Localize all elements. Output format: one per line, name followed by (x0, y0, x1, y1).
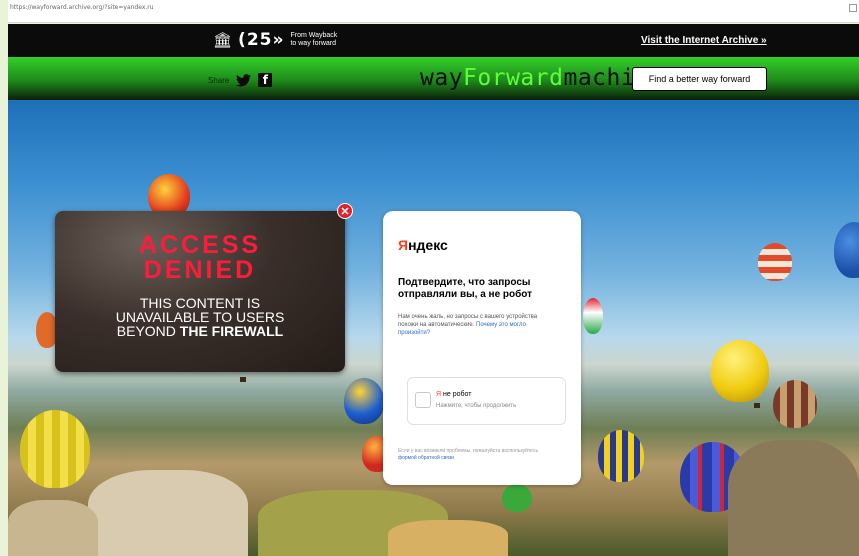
wayforward-machine-logo[interactable]: wayForwardmachine (420, 65, 664, 91)
rock-formation (8, 500, 98, 556)
captcha-footer-text: Если у вас возникли проблемы, пожалуйста… (398, 448, 539, 454)
yandex-captcha-card: Яндекс Подтвердите, что запросы отправля… (383, 211, 581, 485)
anniversary-mark: (25» (238, 30, 285, 50)
address-bar[interactable]: https://wayforward.archive.org/?site=yan… (8, 0, 859, 23)
not-robot-checkbox[interactable] (415, 392, 431, 408)
access-denied-title: ACCESS DENIED (55, 233, 345, 283)
logo-part-way: way (420, 65, 464, 91)
browser-window: https://wayforward.archive.org/?site=yan… (0, 0, 859, 556)
tagline-line-1: From Wayback (290, 32, 338, 39)
balloon-blue-yellow (598, 430, 644, 482)
balloon-red-white-green (583, 298, 603, 334)
hillside (388, 520, 508, 556)
url-text[interactable]: https://wayforward.archive.org/?site=yan… (10, 4, 154, 11)
logo-part-forward: Forward (463, 65, 564, 91)
balloon-yellow-left (20, 410, 90, 488)
not-robot-widget[interactable]: Я не робот Нажмите, чтобы продолжить (407, 377, 566, 425)
not-robot-hint: Нажмите, чтобы продолжить (436, 403, 517, 409)
access-denied-line-1: ACCESS (138, 231, 262, 259)
share-group: Share f (208, 73, 273, 87)
tagline-line-2: to way forward (290, 40, 336, 47)
tagline: From Wayback to way forward (290, 32, 337, 48)
twitter-icon[interactable] (236, 73, 252, 87)
captcha-footer: Если у вас возникли проблемы, пожалуйста… (398, 448, 558, 462)
captcha-explanation: Нам очень жаль, но запросы с вашего устр… (398, 313, 558, 337)
yandex-logo[interactable]: Яндекс (398, 237, 448, 253)
balloon-yellow (711, 340, 769, 402)
ia-25-logo[interactable]: 🏛 (25» From Wayback to way forward (213, 30, 337, 50)
archive-building-icon: 🏛 (213, 31, 233, 49)
balloon-blue-edge (834, 222, 859, 278)
visit-internet-archive-link[interactable]: Visit the Internet Archive » (641, 35, 767, 46)
balloon-basket (754, 403, 760, 408)
balloon-brown (773, 380, 817, 428)
balloon-basket (240, 377, 246, 382)
balloon-green (502, 484, 532, 512)
feedback-form-link[interactable]: формой обратной связи (398, 455, 454, 461)
message-line-3-bold: THE FIREWALL (179, 323, 284, 339)
share-label: Share (208, 75, 230, 85)
access-denied-line-2: DENIED (143, 256, 257, 284)
captcha-heading: Подтвердите, что запросы отправляли вы, … (398, 277, 533, 300)
yandex-logo-rest: ндекс (408, 237, 448, 253)
valley-slope (728, 440, 859, 556)
internet-archive-header: 🏛 (25» From Wayback to way forward Visit… (8, 24, 859, 57)
rock-formation (88, 470, 248, 556)
yandex-logo-first: Я (398, 237, 409, 253)
balloon-striped (758, 243, 792, 281)
extension-icon[interactable] (849, 4, 857, 12)
not-robot-label: Я не робот (436, 391, 471, 398)
close-popup-button[interactable]: ✕ (337, 203, 353, 219)
wayforward-banner: Share f wayForwardmachine Find a better … (8, 57, 859, 100)
facebook-icon[interactable]: f (258, 73, 273, 87)
access-denied-message: THIS CONTENT IS UNAVAILABLE TO USERS BEY… (55, 296, 345, 338)
message-line-3-prefix: BEYOND (116, 323, 180, 339)
find-better-way-button[interactable]: Find a better way forward (632, 67, 767, 91)
access-denied-popup: ACCESS DENIED THIS CONTENT IS UNAVAILABL… (55, 211, 345, 372)
not-robot-label-rest: не робот (441, 391, 472, 398)
balloon-blue-center (344, 378, 384, 424)
